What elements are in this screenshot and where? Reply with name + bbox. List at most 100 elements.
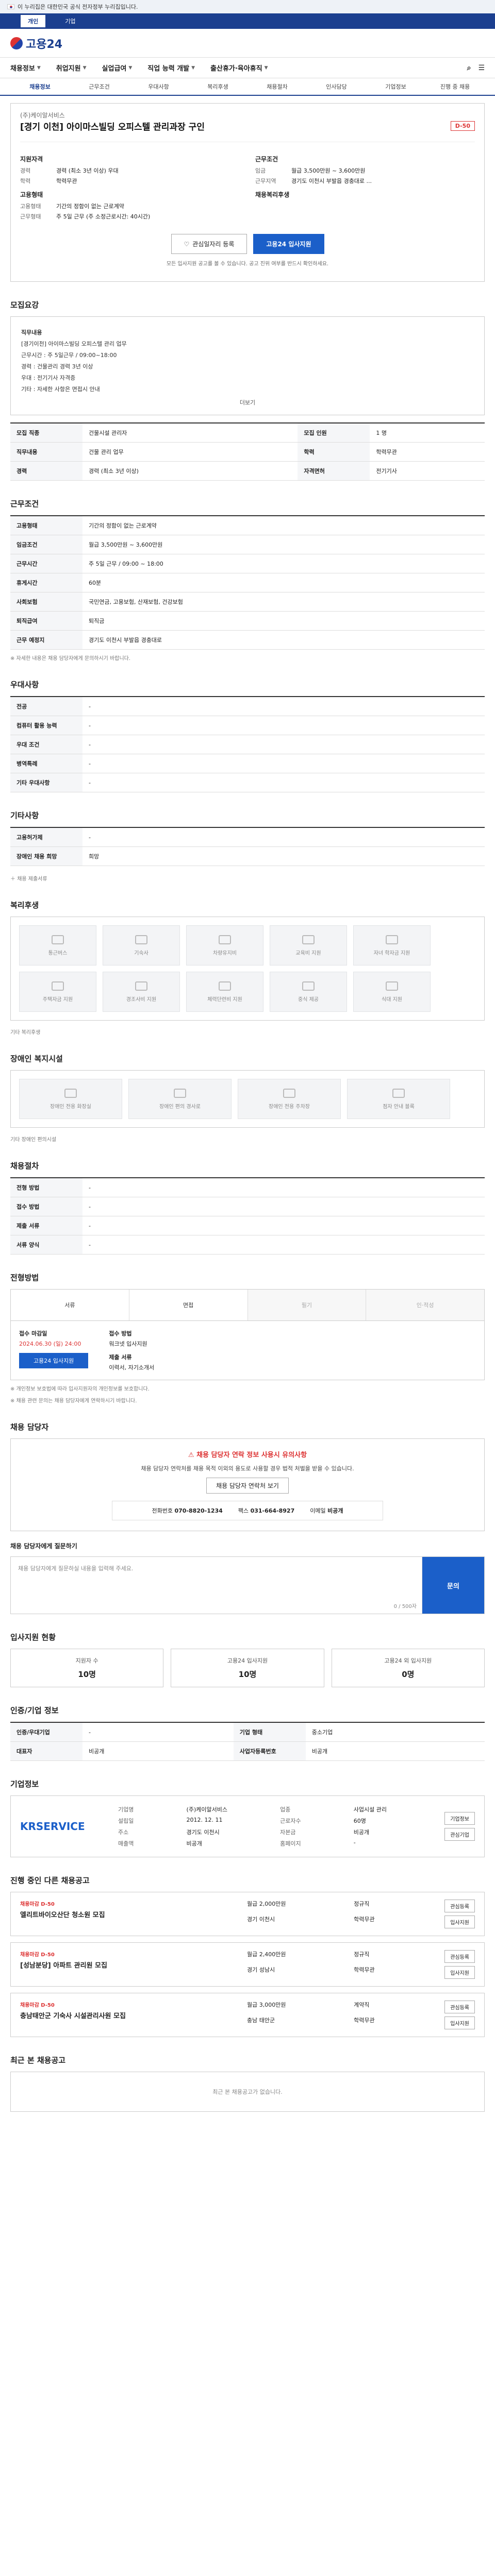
apply-title: 전형방법 (10, 1273, 39, 1282)
welfare-grid: 통근버스 기숙사 차량유지비 교육비 지원 자녀 학자금 지원 주택자금 지원 … (10, 917, 485, 1021)
stat-card: 지원자 수 10명 (10, 1649, 164, 1687)
apply-button[interactable]: 고용24 입사지원 (253, 234, 324, 254)
gnb-training[interactable]: 직업 능력 개발 ▼ (147, 63, 195, 73)
tab-company[interactable]: 기업정보 (366, 82, 425, 91)
recent-title: 최근 본 채용공고 (10, 2056, 66, 2065)
deadline: 2024.06.30 (일) 24:00 (19, 1341, 81, 1347)
company-logo: KRSERVICE (20, 1820, 85, 1833)
welfare-item: 자녀 학자금 지원 (353, 925, 431, 965)
tab-work[interactable]: 근무조건 (70, 82, 129, 91)
disabled-title: 장애인 복지시설 (10, 1054, 63, 1063)
chevron-down-icon: ▼ (191, 65, 195, 71)
welfare-item: 주택자금 지원 (19, 972, 96, 1012)
company-name[interactable]: (주)케이알서비스 (20, 111, 475, 120)
gnb-benefit[interactable]: 실업급여 ▼ (102, 63, 133, 73)
site-logo[interactable]: 고용24 (10, 35, 62, 52)
heart-icon: ♡ (184, 240, 190, 248)
step-aptitude: 인·적성 (366, 1290, 484, 1320)
recruit-box: 직무내용 [경기이천] 아이마스빌딩 오피스텔 관리 업무 근무시간 : 주 5… (10, 316, 485, 415)
cap-icon (386, 935, 398, 944)
chevron-down-icon: ▼ (128, 65, 133, 71)
stats-row: 지원자 수 10명 고용24 입사지원 10명 고용24 외 입사지원 0명 (10, 1649, 485, 1687)
company-fav-button[interactable]: 관심기업 (444, 1828, 475, 1841)
gov-notice: 이 누리집은 대한민국 공식 전자정부 누리집입니다. (18, 4, 138, 10)
tab-recruit[interactable]: 채용정보 (10, 82, 70, 91)
alert-icon: ⚠ (188, 1451, 194, 1459)
apply-button[interactable]: 입사지원 (444, 1916, 475, 1928)
apply-button-2[interactable]: 고용24 입사지원 (19, 1353, 89, 1368)
search-icon[interactable]: ⌕ (467, 64, 471, 72)
list-item[interactable]: 채용마감 D-50 [성남분당] 아파트 관리원 모집 월급 2,400만원 정규직… (10, 1942, 485, 1987)
chevron-down-icon: ▼ (37, 65, 41, 71)
menu-icon[interactable]: ☰ (478, 64, 485, 72)
other-more[interactable]: ＋ 채용 제출서류 (10, 874, 485, 882)
tab-other-jobs[interactable]: 진행 중 채용 (425, 82, 485, 91)
more-toggle[interactable]: 더보기 (21, 398, 474, 406)
scrap-button[interactable]: 관심등록 (444, 1900, 475, 1912)
inquiry-title: 채용 담당자에게 질문하기 (10, 1543, 77, 1550)
welfare-item: 통근버스 (19, 925, 96, 965)
scrap-button[interactable]: 관심등록 (444, 2001, 475, 2013)
gnb-jobs[interactable]: 채용정보 ▼ (10, 63, 41, 73)
pref-table: 전공 - 컴퓨터 활용 능력 - 우대 조건 - 병역특례 - 기타 우대사항 - (10, 696, 485, 792)
step-interview: 면접 (129, 1290, 248, 1320)
bus-icon (52, 935, 64, 944)
meal-icon (302, 981, 315, 991)
company-info-button[interactable]: 기업정보 (444, 1812, 475, 1825)
summary-work-title: 근무조건 (255, 156, 278, 163)
inquiry-textarea[interactable]: 채용 담당자에게 질문하실 내용을 입력해 주세요. 0 / 500자 (11, 1557, 422, 1614)
welfare-title: 복리후생 (10, 901, 39, 910)
scrap-button[interactable]: 관심등록 (444, 1950, 475, 1963)
tab-pref[interactable]: 우대사항 (129, 82, 188, 91)
chevron-down-icon: ▼ (264, 65, 268, 71)
house-icon (52, 981, 64, 991)
list-item[interactable]: 채용마감 D-50 엘리트바이오산단 청소원 모집 월급 2,000만원 정규직 경기… (10, 1892, 485, 1936)
scrap-button[interactable]: ♡ 관심일자리 등록 (171, 234, 248, 254)
gov-banner: 이 누리집은 대한민국 공식 전자정부 누리집입니다. (0, 0, 495, 13)
inquiry-box: 채용 담당자에게 질문하실 내용을 입력해 주세요. 0 / 500자 문의 (10, 1556, 485, 1614)
disabled-grid: 장애인 전용 화장실 장애인 편의 경사로 장애인 전용 주차장 점자 안내 블… (10, 1070, 485, 1128)
tab-welfare[interactable]: 복리후생 (188, 82, 248, 91)
stat-card: 고용24 외 입사지원 0명 (331, 1649, 485, 1687)
tab-contact[interactable]: 인사담당 (307, 82, 366, 91)
job-summary: (주)케이알서비스 [경기 이천] 아이마스빌딩 오피스텔 관리과장 구인 D-… (10, 103, 485, 282)
recruit-title: 모집요강 (10, 300, 39, 310)
car-icon (219, 935, 231, 944)
book-icon (302, 935, 315, 944)
work-note: ※ 자세한 내용은 채용 담당자에게 문의하시기 바랍니다. (10, 656, 131, 662)
welfare-item: 경조사비 지원 (103, 972, 180, 1012)
restroom-icon (64, 1088, 77, 1098)
apply-info: 접수 마감일 2024.06.30 (일) 24:00 고용24 입사지원 접수… (10, 1321, 485, 1380)
work-title: 근무조건 (10, 499, 39, 509)
gnb-support[interactable]: 취업지원 ▼ (56, 63, 87, 73)
tab-business[interactable]: 기업 (58, 15, 82, 27)
tab-personal[interactable]: 개인 (21, 15, 46, 27)
gift-icon (135, 981, 147, 991)
other-title: 기타사항 (10, 811, 39, 820)
welfare-item: 중식 제공 (270, 972, 347, 1012)
contact-box: ⚠ 채용 담당자 연락 정보 사용시 유의사항 채용 담당자 연락처를 채용 목… (10, 1438, 485, 1531)
braille-icon (392, 1088, 405, 1098)
welfare-item: 기숙사 (103, 925, 180, 965)
gnb-leave[interactable]: 출산휴가·육아휴직 ▼ (210, 63, 268, 73)
parking-icon (283, 1088, 295, 1098)
stat-card: 고용24 입사지원 10명 (171, 1649, 324, 1687)
step-document: 서류 (11, 1290, 129, 1320)
apply-button[interactable]: 입사지원 (444, 1966, 475, 1979)
inquiry-submit-button[interactable]: 문의 (422, 1557, 484, 1614)
welfare-item: 체력단련비 지원 (186, 972, 263, 1012)
process-table: 전형 방법 - 접수 방법 - 제출 서류 - 서류 양식 - (10, 1177, 485, 1255)
apply-button[interactable]: 입사지원 (444, 2016, 475, 2029)
summary-emp-title: 고용형태 (20, 191, 43, 198)
pref-title: 우대사항 (10, 680, 39, 689)
list-item[interactable]: 채용마감 D-50 충남태안군 기숙사 시설관리사원 모집 월급 3,000만원 계… (10, 1993, 485, 2037)
dday-badge: D-50 (450, 121, 475, 131)
summary-welfare-title: 채용복리후생 (255, 191, 290, 198)
site-header: 고용24 (0, 29, 495, 58)
ramp-icon (174, 1088, 186, 1098)
tab-process[interactable]: 채용절차 (248, 82, 307, 91)
show-contact-button[interactable]: 채용 담당자 연락처 보기 (206, 1478, 289, 1494)
welfare-item: 교육비 지원 (270, 925, 347, 965)
chevron-down-icon: ▼ (82, 65, 87, 71)
taegeuk-icon (10, 37, 23, 49)
